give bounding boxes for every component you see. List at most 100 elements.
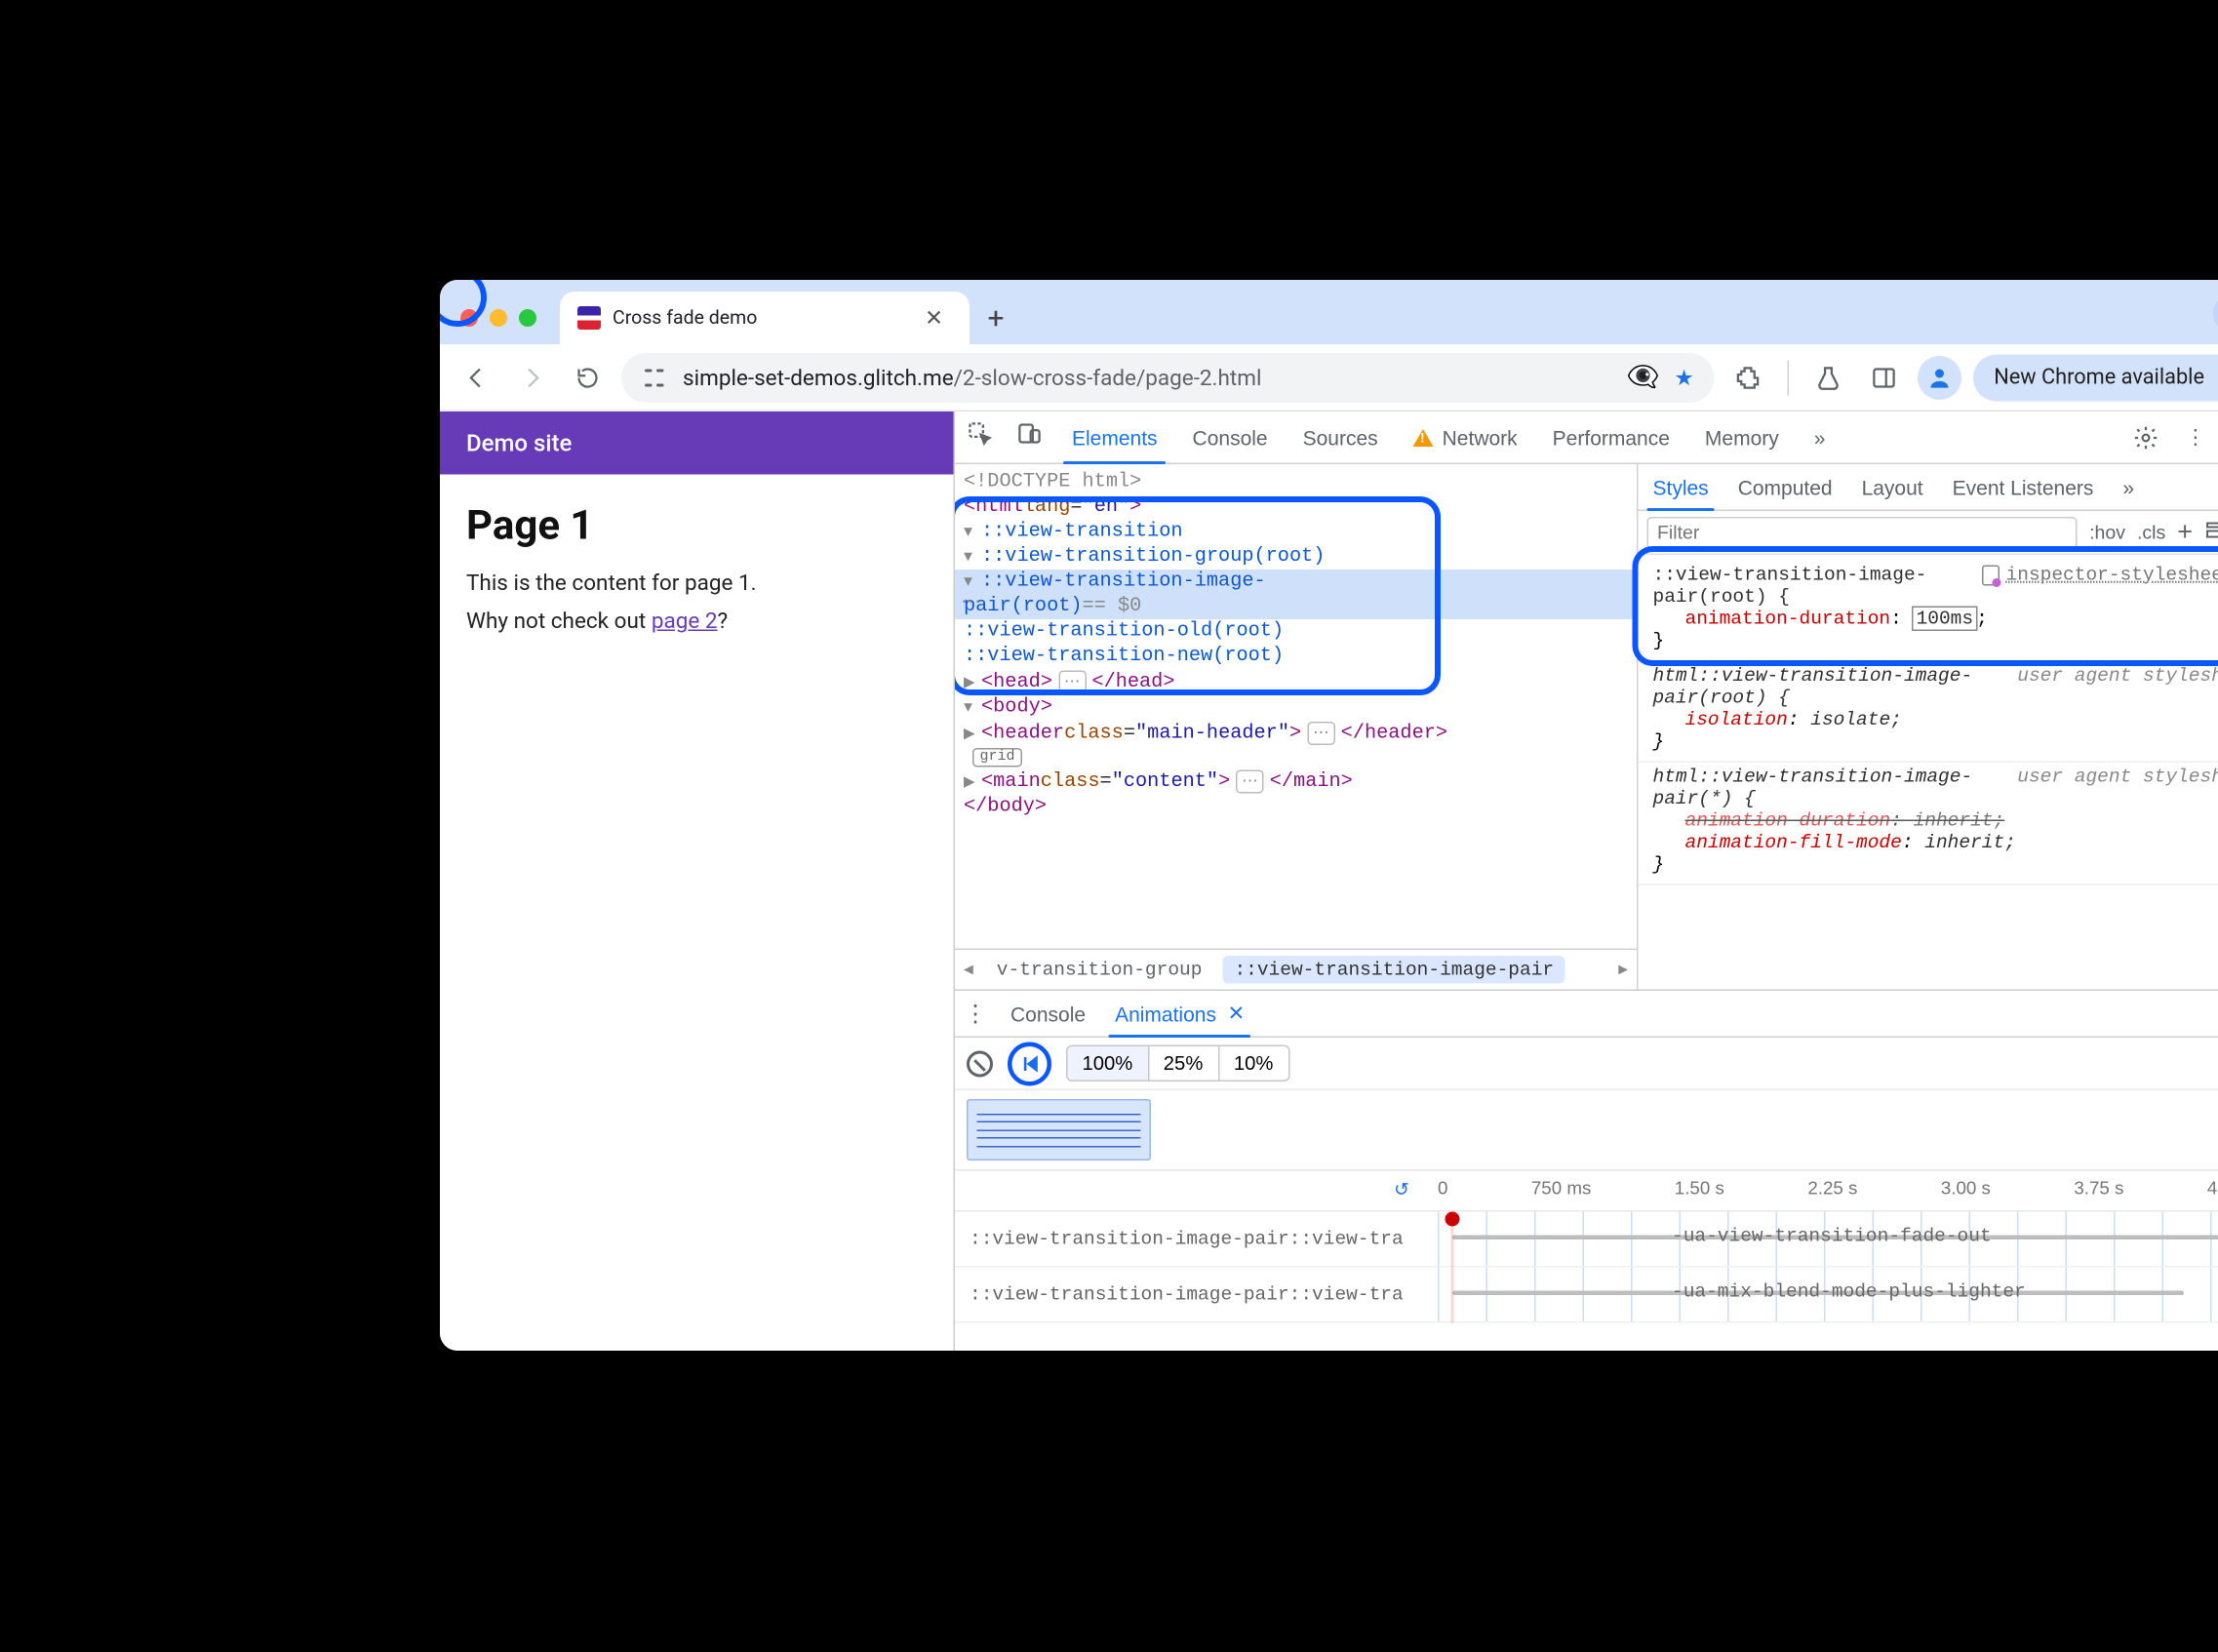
address-bar[interactable]: simple-set-demos.glitch.me/2-slow-cross-…	[621, 352, 1715, 402]
clear-animations-icon[interactable]	[967, 1050, 993, 1077]
playback-speed: 100% 25% 10%	[1066, 1045, 1289, 1082]
drawer-menu-icon[interactable]: ⋮	[955, 991, 996, 1037]
device-toggle-icon[interactable]	[1005, 412, 1054, 455]
tab-styles[interactable]: Styles	[1639, 464, 1723, 510]
crumb-scroll-right-icon[interactable]: ▸	[1615, 959, 1631, 981]
more-menu-icon[interactable]: ⋮	[2170, 415, 2218, 459]
styles-toolbar: :hov .cls +	[1639, 511, 2218, 555]
crumb-item-active[interactable]: ::view-transition-image-pair	[1222, 956, 1565, 984]
tab-sources[interactable]: Sources	[1286, 412, 1396, 463]
dom-node[interactable]: <!DOCTYPE html>	[955, 470, 1637, 495]
close-tab-icon[interactable]: ✕	[1228, 1002, 1246, 1027]
tab-title: Cross fade demo	[613, 307, 904, 330]
eye-off-icon[interactable]: 👁‍🗨	[1627, 362, 1660, 393]
animation-group-thumb[interactable]	[967, 1099, 1151, 1160]
page-text-2: Why not check out page 2?	[466, 608, 928, 634]
close-window-icon[interactable]	[460, 309, 478, 327]
css-rule[interactable]: inspector-stylesheet:4 ::view-transition…	[1639, 561, 2218, 662]
devtools: Elements Console Sources Network Perform…	[955, 412, 2218, 1351]
labs-icon[interactable]	[1806, 355, 1850, 399]
css-declaration[interactable]: isolation: isolate;	[1653, 709, 2218, 731]
browser-tab[interactable]: Cross fade demo ✕	[560, 292, 970, 344]
dom-node[interactable]: <html lang="en">	[955, 495, 1637, 521]
forward-button[interactable]	[510, 355, 554, 399]
devtools-drawer: ⋮ Console Animations ✕ ✕ 100% 2	[955, 991, 2218, 1351]
extensions-icon[interactable]	[1726, 355, 1770, 399]
new-style-rule-icon[interactable]: +	[2177, 517, 2193, 548]
hov-toggle[interactable]: :hov	[2089, 522, 2125, 544]
page-title: Page 1	[466, 501, 928, 550]
css-declaration-overridden[interactable]: animation-duration: inherit;	[1653, 809, 2218, 832]
site-settings-icon[interactable]	[642, 364, 668, 390]
css-rule[interactable]: user agent stylesheet html::view-transit…	[1639, 662, 2218, 764]
back-button[interactable]	[455, 355, 498, 399]
tab-layout[interactable]: Layout	[1847, 464, 1938, 510]
animation-track[interactable]: ::view-transition-image-pair::view-tra -…	[955, 1212, 2218, 1268]
dom-node[interactable]: <main class="content">⋯</main>	[955, 768, 1637, 795]
url-text: simple-set-demos.glitch.me/2-slow-cross-…	[683, 364, 1261, 390]
play-pause-button[interactable]	[1008, 1042, 1051, 1085]
dom-node[interactable]: ::view-transition-new(root)	[955, 645, 1637, 670]
window-dropdown-button[interactable]: ⌄	[2213, 295, 2218, 333]
tabs-overflow[interactable]: »	[2108, 464, 2149, 510]
rule-source-link[interactable]: inspector-stylesheet:4	[1983, 564, 2218, 586]
drawer-tab-console[interactable]: Console	[996, 991, 1100, 1037]
settings-gear-icon[interactable]	[2120, 415, 2170, 459]
css-rule[interactable]: user agent stylesheet html::view-transit…	[1639, 763, 2218, 885]
crumb-scroll-left-icon[interactable]: ◂	[961, 959, 976, 981]
dom-node[interactable]: ::view-transition-old(root)	[955, 619, 1637, 645]
tab-elements[interactable]: Elements	[1054, 412, 1175, 463]
overflow-ellipsis-icon[interactable]: ⋯	[961, 590, 981, 615]
side-panel-icon[interactable]	[1862, 355, 1906, 399]
page-2-link[interactable]: page 2	[652, 608, 718, 634]
tab-console[interactable]: Console	[1175, 412, 1286, 463]
css-declaration[interactable]: animation-duration: 100ms;	[1653, 608, 2218, 630]
dom-node[interactable]: ::view-transition-group(root)	[955, 545, 1637, 570]
crumb-item[interactable]: v-transition-group	[985, 956, 1214, 984]
filter-input[interactable]	[1647, 516, 2079, 548]
tab-memory[interactable]: Memory	[1687, 412, 1797, 463]
minimize-window-icon[interactable]	[490, 309, 507, 327]
tab-network[interactable]: Network	[1396, 412, 1535, 463]
inspect-element-icon[interactable]	[955, 412, 1005, 455]
tabs-overflow[interactable]: »	[1797, 412, 1843, 463]
css-value-editing[interactable]: 100ms	[1914, 608, 1977, 630]
cls-toggle[interactable]: .cls	[2137, 522, 2165, 544]
tab-performance[interactable]: Performance	[1535, 412, 1687, 463]
tab-computed[interactable]: Computed	[1723, 464, 1847, 510]
close-tab-icon[interactable]: ✕	[916, 302, 952, 334]
page-text-1: This is the content for page 1.	[466, 570, 928, 596]
update-chip-label: New Chrome available	[1994, 365, 2204, 390]
animation-track[interactable]: ::view-transition-image-pair::view-tra -…	[955, 1268, 2218, 1323]
update-chrome-chip[interactable]: New Chrome available ⋮	[1973, 354, 2218, 401]
speed-100[interactable]: 100%	[1068, 1046, 1149, 1081]
timeline-ruler[interactable]: ↺ 0 750 ms 1.50 s 2.25 s 3.00 s 3.75 s 4…	[955, 1169, 2218, 1210]
speed-25[interactable]: 25%	[1149, 1046, 1219, 1081]
reload-button[interactable]	[566, 355, 610, 399]
tab-event-listeners[interactable]: Event Listeners	[1938, 464, 2109, 510]
grid-badge[interactable]: grid	[955, 747, 1637, 769]
bookmark-star-icon[interactable]: ★	[1675, 364, 1694, 390]
reset-timeline-icon[interactable]: ↺	[1394, 1178, 1409, 1200]
animation-name: -ua-view-transition-fade-out	[1672, 1225, 1992, 1247]
window-controls	[460, 309, 536, 327]
dom-node[interactable]: <header class="main-header">⋯</header>	[955, 721, 1637, 747]
profile-avatar[interactable]	[1918, 355, 1961, 399]
favicon-icon	[577, 306, 601, 330]
dom-node[interactable]: <head>⋯</head>	[955, 669, 1637, 695]
dom-node[interactable]: ::view-transition	[955, 520, 1637, 545]
dom-node-selected[interactable]: ::view-transition-image-	[955, 570, 1637, 595]
computed-styles-icon[interactable]	[2204, 519, 2218, 547]
rule-source-ua: user agent stylesheet	[2017, 665, 2218, 688]
dom-node-selected[interactable]: pair(root) == $0	[955, 595, 1637, 620]
drawer-tab-animations[interactable]: Animations ✕	[1100, 991, 1259, 1037]
rule-source-ua: user agent stylesheet	[2017, 766, 2218, 788]
css-declaration[interactable]: animation-fill-mode: inherit;	[1653, 832, 2218, 854]
dom-tree[interactable]: ⋯ <!DOCTYPE html> <html lang="en"> ::vie…	[955, 464, 1637, 949]
site-header: Demo site	[440, 412, 954, 475]
dom-node[interactable]: </body>	[955, 795, 1637, 820]
new-tab-button[interactable]: +	[975, 297, 1016, 338]
speed-10[interactable]: 10%	[1219, 1046, 1288, 1081]
dom-node[interactable]: <body>	[955, 695, 1637, 721]
fullscreen-window-icon[interactable]	[519, 309, 536, 327]
